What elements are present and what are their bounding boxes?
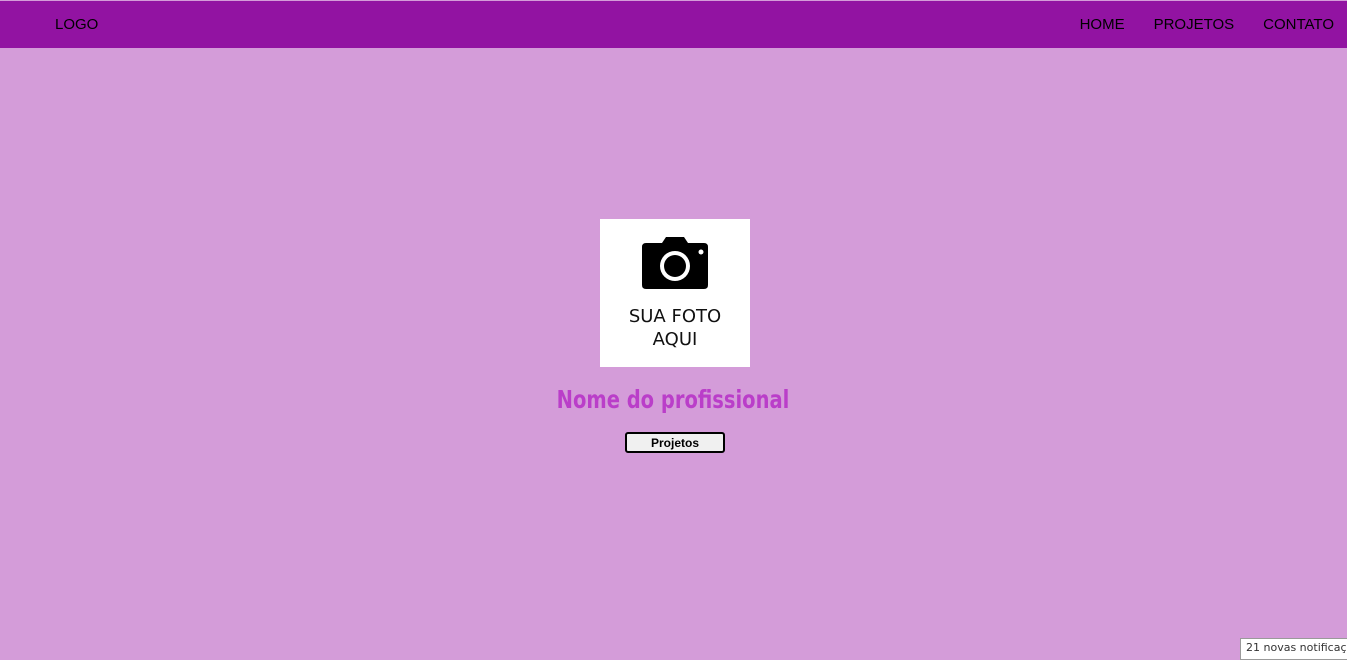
professional-name: Nome do profissional [556,385,790,414]
nav-links: HOME PROJETOS CONTATO [1080,16,1334,34]
camera-icon [642,237,708,289]
photo-caption-line2: AQUI [652,329,698,350]
photo-caption: SUA FOTO AQUI [600,305,750,351]
projetos-button[interactable]: Projetos [625,432,725,453]
logo-link[interactable]: LOGO [55,16,98,34]
profile-photo-placeholder: SUA FOTO AQUI [600,219,750,367]
nav-link-projetos[interactable]: PROJETOS [1154,16,1235,34]
navbar: LOGO HOME PROJETOS CONTATO [0,1,1347,48]
photo-caption-line1: SUA FOTO [628,306,722,327]
nav-link-contato[interactable]: CONTATO [1263,16,1334,34]
nav-link-home[interactable]: HOME [1080,16,1125,34]
